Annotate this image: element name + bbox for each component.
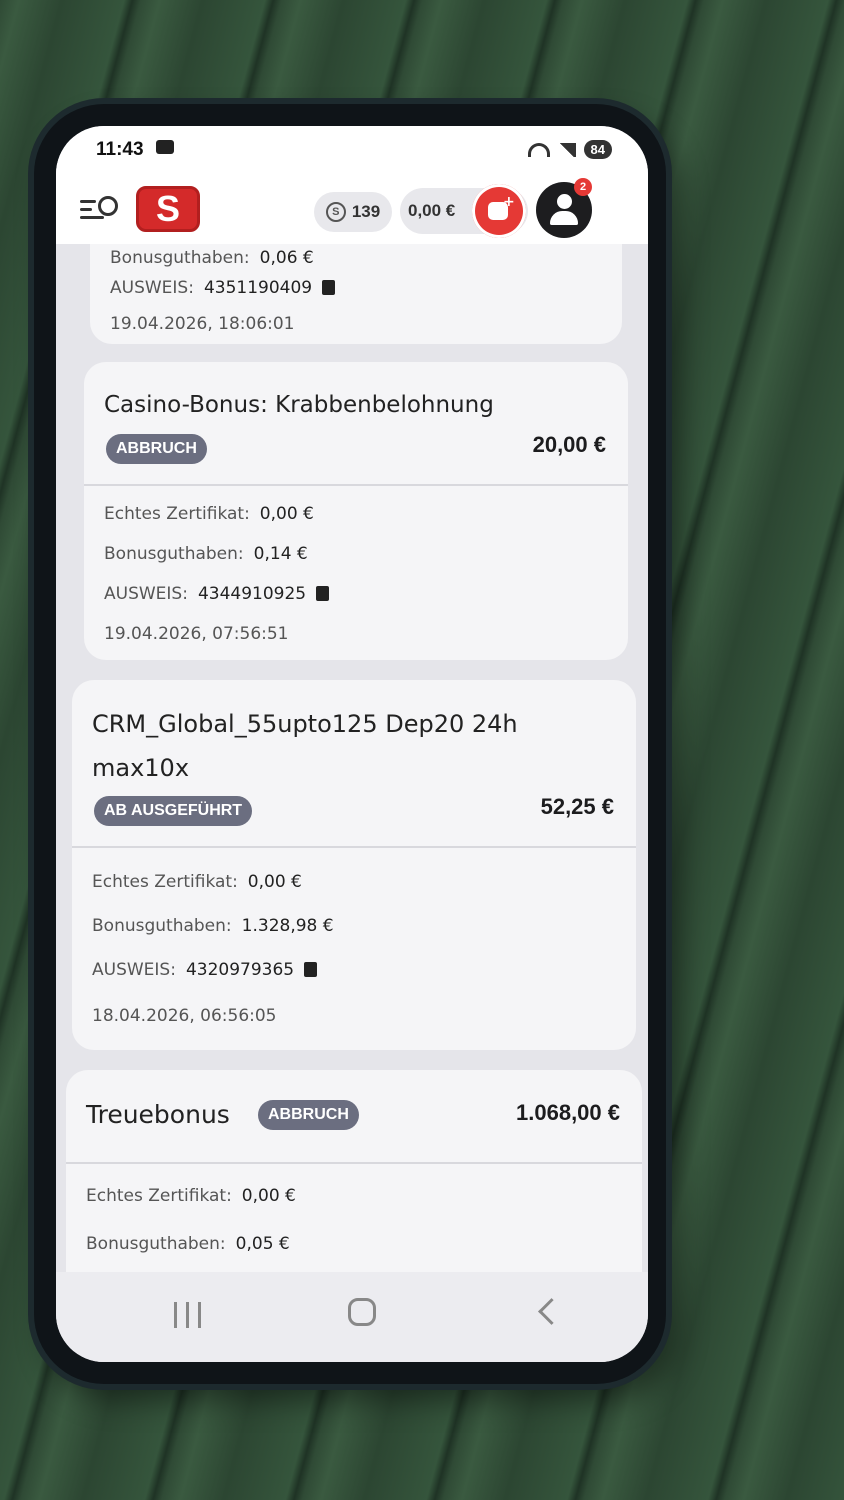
bonus-balance-row: Bonusguthaben: 0,05 € <box>86 1234 290 1254</box>
real-certificate-row: Echtes Zertifikat: 0,00 € <box>104 504 314 524</box>
battery-indicator: 84 <box>583 140 612 159</box>
bonus-balance-row: Bonusguthaben: 1.328,98 € <box>92 916 334 936</box>
bonus-amount: 20,00 € <box>532 432 606 457</box>
bonus-date: 18.04.2026, 06:56:05 <box>92 1006 277 1026</box>
id-row: AUSWEIS: 4344910925 <box>104 584 330 604</box>
balance-value: 0,00 € <box>408 201 456 220</box>
menu-search-icon[interactable] <box>80 194 120 224</box>
divider <box>72 846 636 848</box>
message-notification-icon <box>156 140 174 154</box>
id-row: AUSWEIS: 4320979365 <box>92 960 318 980</box>
coin-icon: S <box>325 202 346 222</box>
bonus-date: 19.04.2026, 07:56:51 <box>104 624 289 644</box>
bonus-title: Treuebonus <box>86 1100 230 1129</box>
app-header: S S 139 0,00 € + 2 <box>56 172 648 244</box>
bonus-date: 19.04.2026, 18:06:01 <box>110 314 295 334</box>
copy-icon[interactable] <box>322 280 336 295</box>
bonus-history-list[interactable]: Bonusguthaben: 0,06 € AUSWEIS: 4351190409 … <box>56 244 648 1272</box>
brand-logo[interactable]: S <box>136 186 200 232</box>
divider <box>84 484 628 486</box>
status-badge: AB AUSGEFÜHRT <box>94 796 253 826</box>
status-time: 11:43 <box>96 139 144 160</box>
system-navigation-bar <box>56 1272 648 1362</box>
status-bar: 11:43 84 <box>56 126 648 172</box>
wifi-icon <box>527 142 550 157</box>
bonus-card: Bonusguthaben: 0,06 € AUSWEIS: 4351190409 … <box>90 244 622 344</box>
bonus-card: Casino-Bonus: Krabbenbelohnung ABBRUCH 2… <box>84 362 628 660</box>
status-badge: ABBRUCH <box>106 434 207 464</box>
home-icon[interactable] <box>348 1298 376 1326</box>
copy-icon[interactable] <box>316 586 330 601</box>
phone: 11:43 84 S S 139 0,00 € + 2 Bonusguthabe… <box>34 104 666 1384</box>
recent-apps-icon[interactable] <box>174 1302 204 1328</box>
status-icons: 84 <box>527 140 612 159</box>
bonus-card: Treuebonus ABBRUCH 1.068,00 € Echtes Zer… <box>66 1070 642 1272</box>
bonus-amount: 52,25 € <box>540 794 614 819</box>
real-certificate-row: Echtes Zertifikat: 0,00 € <box>92 872 302 892</box>
plus-icon: + <box>503 194 515 210</box>
bonus-title: Casino-Bonus: Krabbenbelohnung <box>104 392 494 418</box>
real-certificate-row: Echtes Zertifikat: 0,00 € <box>86 1186 296 1206</box>
coins-balance[interactable]: S 139 <box>314 192 392 232</box>
bonus-title-line2: max10x <box>92 754 190 782</box>
bonus-title-line1: CRM_Global_55upto125 Dep20 24h <box>92 710 518 738</box>
bonus-balance-row: Bonusguthaben: 0,14 € <box>104 544 308 564</box>
bonus-balance-row: Bonusguthaben: 0,06 € <box>110 248 314 268</box>
screen: 11:43 84 S S 139 0,00 € + 2 Bonusguthabe… <box>56 126 648 1362</box>
notification-badge: 2 <box>574 178 592 196</box>
bonus-card: CRM_Global_55upto125 Dep20 24h max10x AB… <box>72 680 636 1050</box>
bonus-amount: 1.068,00 € <box>516 1100 620 1125</box>
deposit-button[interactable]: + <box>472 184 526 238</box>
back-icon[interactable] <box>538 1298 565 1325</box>
copy-icon[interactable] <box>304 962 318 977</box>
signal-icon <box>557 142 576 157</box>
divider <box>66 1162 642 1164</box>
status-badge: ABBRUCH <box>258 1100 359 1130</box>
coins-value: 139 <box>351 202 381 221</box>
id-row: AUSWEIS: 4351190409 <box>110 278 336 298</box>
